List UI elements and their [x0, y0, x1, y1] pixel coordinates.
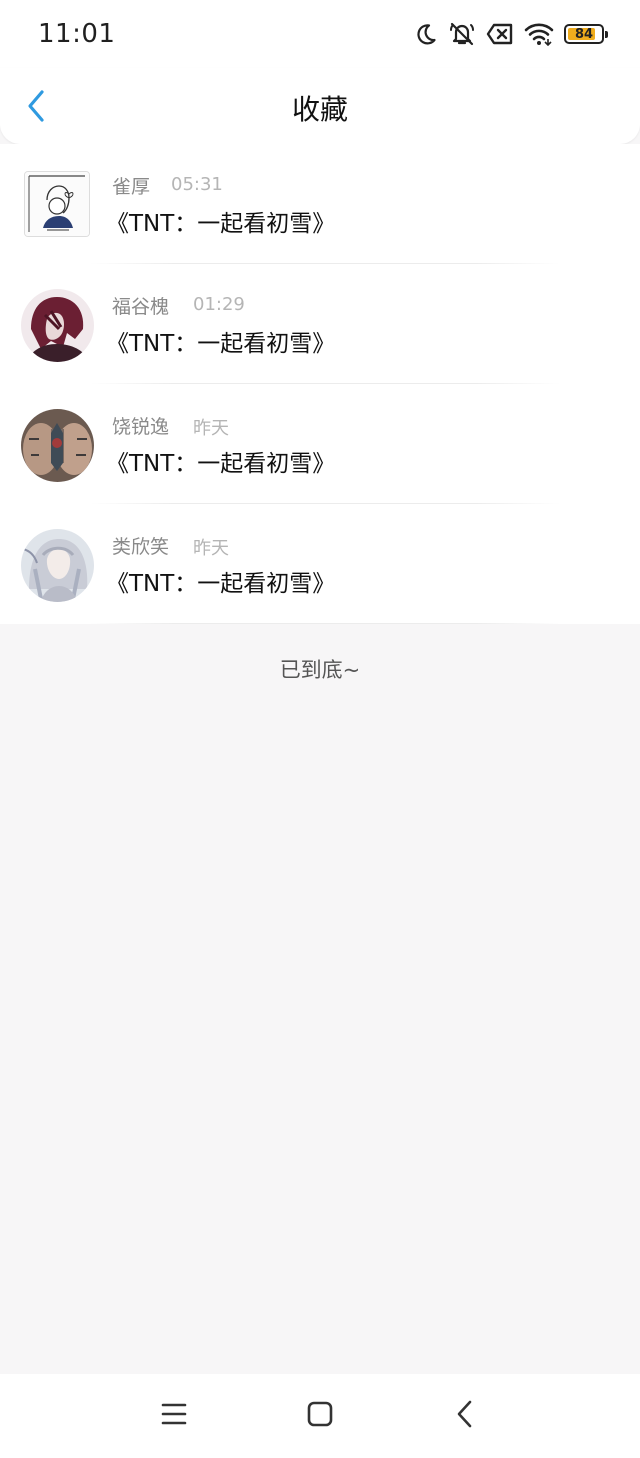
item-title: 《TNT：一起看初雪》	[106, 211, 336, 237]
nav-menu-button[interactable]	[156, 1400, 192, 1432]
item-time: 昨天	[193, 418, 229, 439]
avatar[interactable]	[24, 171, 90, 237]
avatar[interactable]	[21, 409, 94, 482]
item-time: 01:29	[193, 294, 245, 315]
avatar[interactable]	[21, 289, 94, 362]
header: 收藏	[0, 68, 640, 144]
home-icon	[306, 1400, 334, 1432]
nav-bar	[0, 1374, 640, 1458]
end-of-list-text: 已到底~	[279, 658, 361, 682]
favorites-list: 雀厚 05:31 《TNT：一起看初雪》 福谷槐 01:29 《TNT：一起看初…	[0, 144, 640, 624]
status-time: 11:01	[38, 19, 116, 49]
nav-back-button[interactable]	[447, 1400, 483, 1432]
item-name: 饶锐逸	[112, 416, 170, 438]
moon-icon	[414, 22, 438, 46]
status-icons: 84	[414, 20, 608, 48]
list-item[interactable]: 雀厚 05:31 《TNT：一起看初雪》	[0, 144, 640, 264]
item-name: 类欣笑	[112, 536, 170, 558]
menu-icon	[160, 1401, 188, 1431]
status-bar: 11:01 84	[0, 0, 640, 68]
item-title: 《TNT：一起看初雪》	[106, 451, 336, 477]
divider	[90, 623, 560, 624]
item-title: 《TNT：一起看初雪》	[106, 331, 336, 357]
list-item[interactable]: 福谷槐 01:29 《TNT：一起看初雪》	[0, 264, 640, 384]
item-time: 昨天	[193, 538, 229, 559]
item-name: 福谷槐	[112, 296, 170, 318]
sim-x-icon	[486, 23, 514, 45]
list-item[interactable]: 饶锐逸 昨天 《TNT：一起看初雪》	[0, 384, 640, 504]
list-item[interactable]: 类欣笑 昨天 《TNT：一起看初雪》	[0, 504, 640, 624]
battery-level: 84	[574, 26, 594, 42]
battery-icon: 84	[564, 24, 608, 44]
mute-bell-icon	[448, 21, 476, 47]
item-title: 《TNT：一起看初雪》	[106, 571, 336, 597]
battery-tip	[605, 31, 608, 38]
item-name: 雀厚	[112, 176, 151, 198]
back-icon	[455, 1399, 475, 1433]
avatar[interactable]	[21, 529, 94, 602]
item-time: 05:31	[171, 174, 223, 195]
wifi-icon	[524, 22, 554, 46]
nav-home-button[interactable]	[302, 1400, 338, 1432]
page-title: 收藏	[291, 93, 348, 126]
